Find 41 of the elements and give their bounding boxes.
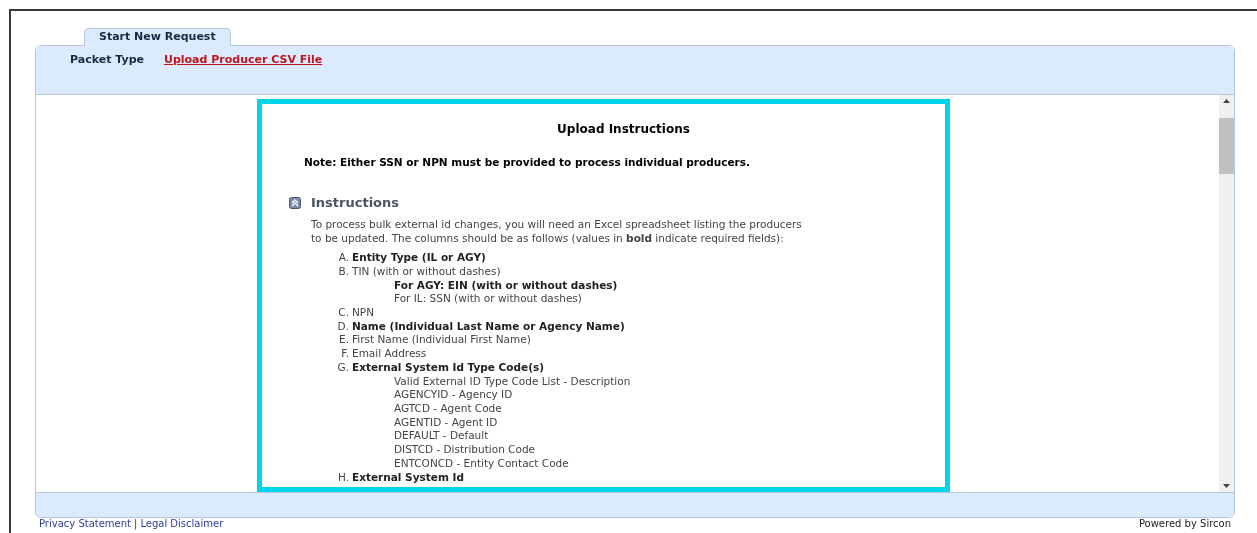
- sub-item: DEFAULT - Default: [394, 429, 489, 444]
- list-marker: G.: [336, 360, 350, 375]
- sub-item: Valid External ID Type Code List - Description: [394, 374, 631, 389]
- sub-item: DISTCD - Distribution Code: [394, 443, 535, 457]
- sub-item: AGTCD - Agent Code: [394, 402, 502, 416]
- tab[interactable]: Start New Request: [84, 28, 231, 46]
- sub-item: For IL: SSN (with or without dashes): [394, 292, 582, 307]
- upload-link[interactable]: Upload Producer CSV File: [164, 52, 323, 69]
- instructions-title: Upload Instructions: [556, 121, 691, 138]
- list-marker: F.: [340, 347, 350, 361]
- packet-type-label: Packet Type: [70, 52, 144, 68]
- list-marker: H.: [336, 470, 350, 485]
- column-item: TIN (with or without dashes): [352, 264, 501, 279]
- sub-item: AGENTID - Agent ID: [394, 415, 498, 430]
- scrollbar[interactable]: [1219, 95, 1234, 492]
- list-marker: D.: [336, 319, 350, 334]
- sub-item: ENTCONCD - Entity Contact Code: [394, 456, 569, 471]
- list-marker: C.: [337, 306, 350, 320]
- column-item: First Name (Individual First Name): [352, 333, 531, 348]
- scroll-up-icon[interactable]: [1223, 99, 1230, 103]
- separator: |: [134, 519, 138, 529]
- note-text: Note: Either SSN or NPN must be provided to process individual producers.: [304, 155, 751, 170]
- column-item: Name (Individual Last Name or Agency Name): [352, 319, 625, 334]
- footer-link[interactable]: Legal Disclaimer: [140, 519, 224, 529]
- column-item: External System Id: [352, 470, 464, 485]
- column-item: External System Id Type Code(s): [352, 360, 544, 375]
- intro-paragraph: To process bulk external id changes, you will need an Excel spreadsheet listing the producers to be updated. The columns should be as follows (values in bold indicate required fields):: [311, 217, 803, 246]
- list-marker: E.: [338, 333, 350, 348]
- column-item: Email Address: [352, 347, 427, 361]
- list-marker: A.: [337, 251, 350, 265]
- column-item: Entity Type (IL or AGY): [352, 251, 486, 265]
- sub-item: For AGY: EIN (with or without dashes): [394, 278, 618, 293]
- column-item: NPN: [352, 306, 375, 320]
- scroll-thumb[interactable]: [1219, 118, 1234, 174]
- section-heading: Instructions: [311, 193, 399, 212]
- scroll-down-icon[interactable]: [1223, 484, 1230, 488]
- collapse-icon[interactable]: [289, 196, 301, 209]
- list-marker: B.: [337, 264, 350, 279]
- powered-by-text: Powered by Sircon: [1138, 519, 1231, 529]
- footer-link[interactable]: Privacy Statement: [39, 519, 131, 529]
- sub-item: AGENCYID - Agency ID: [394, 388, 513, 402]
